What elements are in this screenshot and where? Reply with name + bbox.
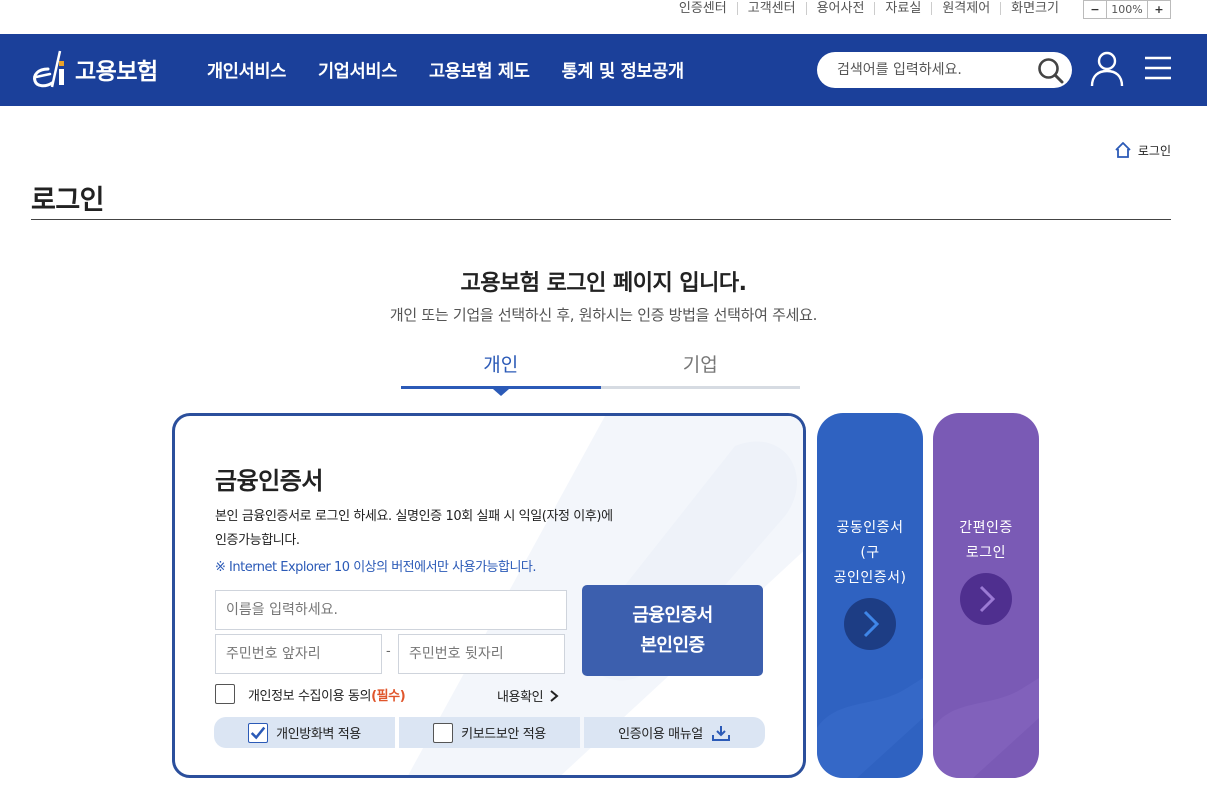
title-divider [31, 219, 1171, 220]
site-header: 고용보험 개인서비스 기업서비스 고용보험 제도 통계 및 정보공개 [0, 34, 1207, 106]
nav-statistics[interactable]: 통계 및 정보공개 [562, 58, 684, 83]
zoom-control: − 100% + [1083, 0, 1171, 19]
cert-button-line1: 금융인증서 [632, 604, 713, 626]
joint-cert-label-line2: (구 [860, 545, 880, 561]
utility-links: 인증센터 고객센터 용어사전 자료실 원격제어 화면크기 [669, 0, 1069, 17]
util-link-remote-control[interactable]: 원격제어 [931, 2, 1000, 15]
download-icon [711, 725, 730, 741]
keyboard-security-option[interactable]: 키보드보안 적용 [399, 717, 580, 748]
privacy-agree-checkbox[interactable] [215, 684, 235, 704]
hamburger-menu-icon[interactable] [1145, 56, 1171, 80]
zoom-out-button[interactable]: − [1084, 1, 1106, 18]
card-description-line2: 인증가능합니다. [215, 533, 300, 548]
card-decoration [817, 678, 923, 778]
logo-text: 고용보험 [75, 59, 158, 85]
simple-cert-arrow[interactable] [960, 573, 1012, 625]
tab-business-label: 기업 [682, 354, 718, 376]
privacy-agree-text: 개인정보 수집이용 동의 [248, 688, 372, 704]
privacy-agree-label: 개인정보 수집이용 동의(필수) [248, 685, 406, 704]
search-box [817, 52, 1072, 88]
login-subheading: 개인 또는 기업을 선택하신 후, 원하시는 인증 방법을 선택하여 주세요. [389, 306, 818, 324]
login-heading: 고용보험 로그인 페이지 입니다. [460, 271, 747, 296]
chevron-right-icon [979, 585, 996, 613]
nav-insurance-system[interactable]: 고용보험 제도 [429, 58, 530, 83]
zoom-in-button[interactable]: + [1148, 1, 1170, 18]
card-description: 본인 금융인증서로 로그인 하세요. 실명인증 10회 실패 시 익일(자정 이… [215, 505, 695, 553]
joint-cert-card[interactable]: 공동인증서 (구 공인인증서) [817, 413, 923, 778]
name-input[interactable] [215, 590, 567, 630]
tab-active-indicator [493, 389, 509, 396]
auth-manual-button[interactable]: 인증이용 매뉴얼 [584, 717, 765, 748]
breadcrumb-current: 로그인 [1137, 143, 1171, 158]
browser-note: ※ Internet Explorer 10 이상의 버전에서만 사용가능합니다… [215, 560, 537, 575]
util-link-glossary[interactable]: 용어사전 [805, 2, 875, 15]
auth-manual-label: 인증이용 매뉴얼 [618, 727, 703, 742]
financial-cert-card: 금융인증서 본인 금융인증서로 로그인 하세요. 실명인증 10회 실패 시 익… [172, 413, 806, 778]
chevron-right-icon [550, 689, 559, 702]
card-title: 금융인증서 [215, 467, 323, 495]
search-input[interactable] [837, 52, 1037, 88]
chevron-right-icon [863, 610, 880, 638]
user-icon[interactable] [1090, 51, 1124, 87]
rrn-back-input[interactable] [398, 634, 565, 674]
page-title: 로그인 [31, 185, 105, 216]
privacy-agree: 개인정보 수집이용 동의(필수) [215, 684, 406, 704]
firewall-label: 개인방화벽 적용 [276, 727, 361, 742]
keyboard-security-checkbox[interactable] [433, 722, 454, 743]
utility-bar: 인증센터 고객센터 용어사전 자료실 원격제어 화면크기 − 100% + [0, 0, 1207, 34]
tab-personal[interactable]: 개인 [401, 345, 601, 396]
home-icon[interactable] [1114, 141, 1132, 159]
site-logo[interactable]: 고용보험 [30, 46, 158, 92]
checkmark-icon [250, 726, 266, 739]
ei-logo-icon [33, 50, 64, 88]
nav-personal-services[interactable]: 개인서비스 [207, 58, 286, 83]
joint-cert-label-line1: 공동인증서 [836, 520, 904, 536]
firewall-checkbox[interactable] [248, 722, 269, 743]
tab-business[interactable]: 기업 [600, 345, 800, 389]
financial-cert-auth-button[interactable]: 금융인증서 본인인증 [582, 585, 763, 676]
card-decoration [933, 678, 1039, 778]
breadcrumb: 로그인 [1114, 141, 1171, 159]
simple-cert-label: 간편인증 로그인 [933, 516, 1039, 566]
zoom-level: 100% [1106, 1, 1148, 18]
user-type-tabs: 개인 기업 [401, 345, 800, 396]
nav-business-services[interactable]: 기업서비스 [318, 58, 397, 83]
simple-cert-label-line2: 로그인 [965, 545, 1007, 561]
main-nav: 개인서비스 기업서비스 고용보험 제도 통계 및 정보공개 [207, 34, 716, 106]
cert-button-line2: 본인인증 [640, 634, 705, 656]
rrn-front-input[interactable] [215, 634, 382, 674]
util-link-customer-center[interactable]: 고객센터 [736, 2, 806, 15]
search-icon[interactable] [1037, 57, 1064, 84]
util-link-auth-center[interactable]: 인증센터 [669, 2, 737, 15]
tab-personal-label: 개인 [483, 354, 519, 376]
util-link-resources[interactable]: 자료실 [874, 2, 931, 15]
util-link-screen-size: 화면크기 [1000, 2, 1069, 15]
joint-cert-label-line3: 공인인증서) [833, 570, 907, 586]
required-mark: (필수) [371, 688, 406, 704]
firewall-option[interactable]: 개인방화벽 적용 [214, 717, 395, 748]
view-terms-link[interactable]: 내용확인 [497, 686, 559, 705]
view-terms-label: 내용확인 [497, 690, 544, 705]
joint-cert-arrow[interactable] [844, 598, 896, 650]
rrn-dash: - [386, 644, 391, 659]
joint-cert-label: 공동인증서 (구 공인인증서) [817, 516, 923, 591]
simple-cert-label-line1: 간편인증 [959, 520, 1013, 536]
keyboard-security-label: 키보드보안 적용 [461, 727, 546, 742]
card-description-line1: 본인 금융인증서로 로그인 하세요. 실명인증 10회 실패 시 익일(자정 이… [215, 509, 613, 524]
simple-cert-card[interactable]: 간편인증 로그인 [933, 413, 1039, 778]
